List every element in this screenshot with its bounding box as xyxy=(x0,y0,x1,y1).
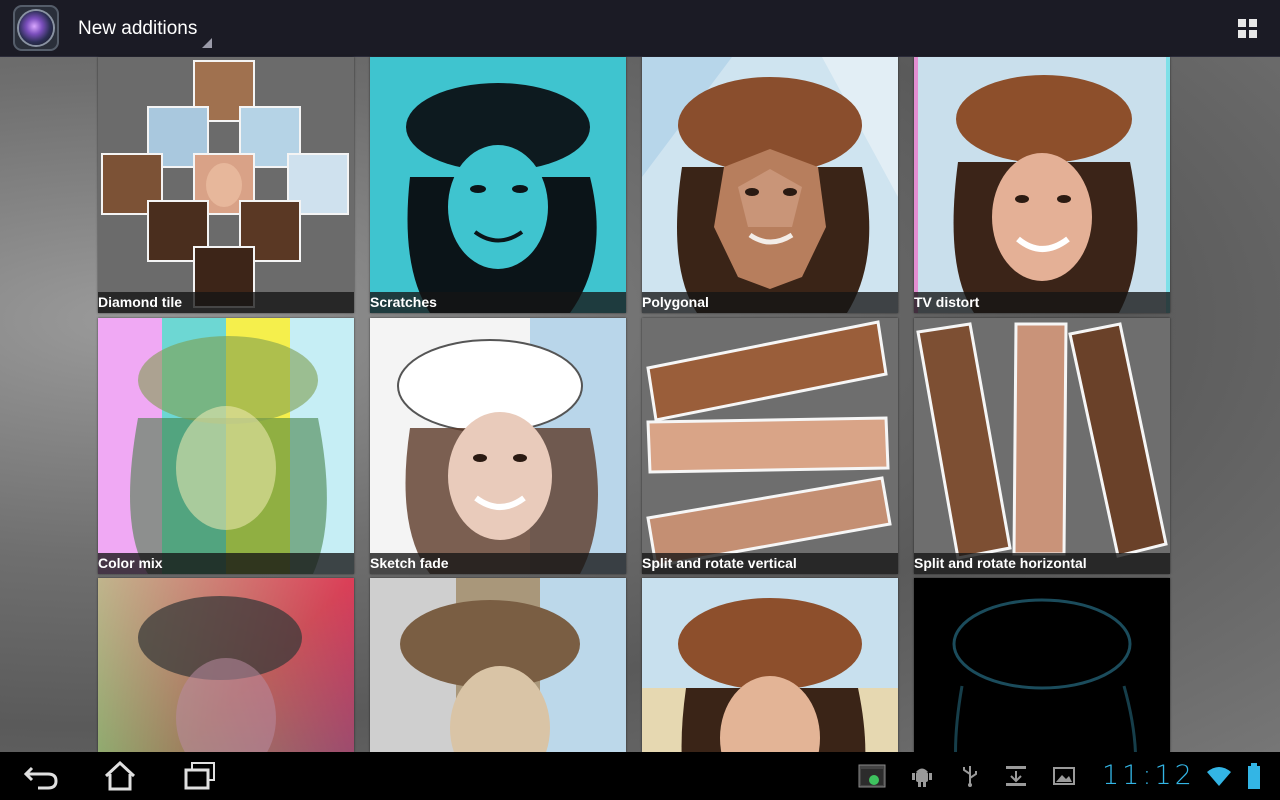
effect-label: Diamond tile xyxy=(98,292,354,313)
effect-thumbnail xyxy=(642,578,898,752)
category-spinner[interactable]: New additions xyxy=(70,10,214,50)
grid-view-icon[interactable] xyxy=(1238,19,1258,39)
effect-tile-split-rotate-vertical[interactable]: Split and rotate vertical xyxy=(642,318,898,574)
effect-thumbnail xyxy=(642,318,898,574)
battery-icon[interactable] xyxy=(1246,762,1262,790)
recent-apps-icon[interactable] xyxy=(180,760,220,792)
system-nav-bar: 11:12 xyxy=(0,752,1280,800)
clock[interactable]: 11:12 xyxy=(1102,760,1195,791)
screenshot-icon[interactable] xyxy=(858,762,886,790)
effect-tile-polygonal[interactable]: Polygonal xyxy=(642,57,898,313)
effect-tile-halftone-gradient[interactable] xyxy=(98,578,354,752)
category-title: New additions xyxy=(78,18,198,39)
android-debug-icon[interactable] xyxy=(910,764,934,788)
effect-tile-tv-distort[interactable]: TV distort xyxy=(914,57,1170,313)
effect-thumbnail xyxy=(98,578,354,752)
effect-label: Split and rotate vertical xyxy=(642,553,898,574)
effect-thumbnail xyxy=(98,318,354,574)
spinner-indicator-icon xyxy=(202,38,212,48)
effect-thumbnail xyxy=(370,318,626,574)
effect-tile-diamond-tile[interactable]: Diamond tile xyxy=(98,57,354,313)
effect-thumbnail xyxy=(98,57,354,313)
effect-tile-color-mix[interactable]: Color mix xyxy=(98,318,354,574)
effect-tile-scratches[interactable]: Scratches xyxy=(370,57,626,313)
effect-thumbnail xyxy=(914,318,1170,574)
effect-thumbnail xyxy=(914,57,1170,313)
back-icon[interactable] xyxy=(22,760,62,792)
home-icon[interactable] xyxy=(100,760,140,792)
effect-label: Split and rotate horizontal xyxy=(914,553,1170,574)
effect-label: TV distort xyxy=(914,292,1170,313)
action-bar: New additions xyxy=(0,0,1280,57)
effect-tile-dark-edge[interactable] xyxy=(914,578,1170,752)
usb-icon[interactable] xyxy=(958,764,982,788)
effect-tile-sepia-bottom[interactable] xyxy=(642,578,898,752)
effect-label: Polygonal xyxy=(642,292,898,313)
effect-tile-sepia-split[interactable] xyxy=(370,578,626,752)
effect-tile-sketch-fade[interactable]: Sketch fade xyxy=(370,318,626,574)
camera-lens-icon[interactable] xyxy=(13,5,59,51)
effect-label: Sketch fade xyxy=(370,553,626,574)
lens-graphic xyxy=(19,11,53,45)
gallery-icon[interactable] xyxy=(1052,764,1076,788)
effect-thumbnail xyxy=(370,578,626,752)
wifi-icon[interactable] xyxy=(1206,764,1232,788)
effect-thumbnail xyxy=(370,57,626,313)
effect-label: Color mix xyxy=(98,553,354,574)
download-icon[interactable] xyxy=(1004,764,1028,788)
effect-thumbnail xyxy=(642,57,898,313)
effect-label: Scratches xyxy=(370,292,626,313)
effect-tile-split-rotate-horizontal[interactable]: Split and rotate horizontal xyxy=(914,318,1170,574)
effect-thumbnail xyxy=(914,578,1170,752)
